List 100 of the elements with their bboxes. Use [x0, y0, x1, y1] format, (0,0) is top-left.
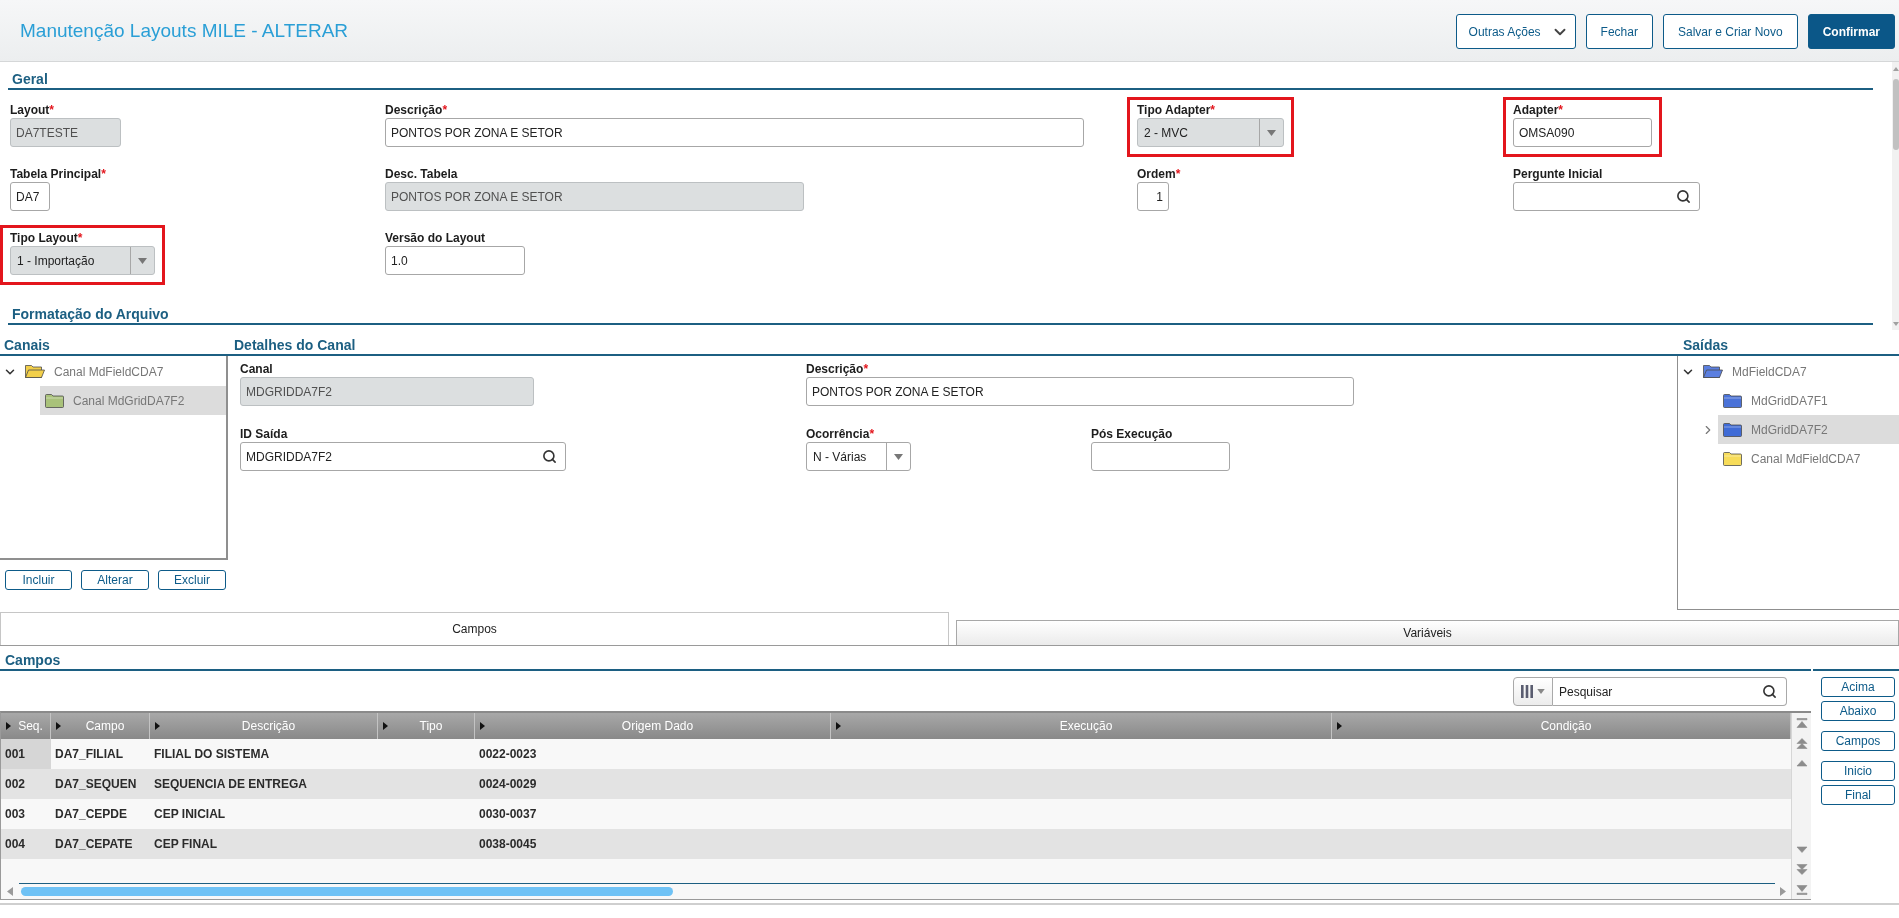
section-title: Geral [8, 70, 1873, 90]
table-cell-text: CEP FINAL [153, 836, 219, 853]
page-down-icon[interactable] [1795, 863, 1808, 875]
caret-right-icon [1337, 722, 1342, 730]
side-button[interactable]: Abaixo [1821, 701, 1895, 721]
scroll-to-bottom-icon[interactable] [1795, 883, 1808, 895]
table-cell-text: 0038-0045 [478, 836, 538, 853]
table-row[interactable]: 004 DA7_CEPATE CEP FINAL 0038-0045 [1, 829, 1791, 859]
table-cell-text: 0030-0037 [478, 806, 538, 823]
caret-down-icon [894, 453, 903, 460]
lookup-field[interactable]: MDGRIDDA7F2 [240, 442, 566, 471]
side-button[interactable]: Inicio [1821, 761, 1895, 781]
scroll-to-top-icon[interactable] [1795, 717, 1808, 729]
field-label: Pergunte Inicial [1513, 167, 1603, 181]
field-label: Versão do Layout [385, 231, 486, 245]
table-cell-text: 0022-0023 [478, 746, 538, 763]
table-cell-text: 0024-0029 [478, 776, 538, 793]
section-title: Saídas [1677, 336, 1899, 356]
text-field[interactable]: 1.0 [385, 246, 525, 275]
scroll-left-icon[interactable] [7, 886, 13, 896]
tree-item[interactable]: MdFieldCDA7 [1698, 357, 1899, 386]
panel-button[interactable]: Excluir [158, 570, 226, 590]
table-cell-text: DA7_CEPDE [54, 806, 129, 823]
scroll-right-icon[interactable] [1780, 886, 1786, 896]
text-field[interactable]: PONTOS POR ZONA E SETOR [806, 377, 1354, 406]
tree-item[interactable]: Canal MdFieldCDA7 [1718, 444, 1899, 473]
required-asterisk: * [1558, 103, 1563, 117]
lookup-field[interactable] [1513, 182, 1700, 211]
tab[interactable]: Variáveis [956, 620, 1899, 645]
scrollbar-thumb[interactable] [21, 887, 673, 896]
table-cell-text: FILIAL DO SISTEMA [153, 746, 271, 763]
field-label: Canal [240, 362, 273, 376]
columns-icon [1521, 685, 1533, 698]
side-button[interactable]: Final [1821, 785, 1895, 805]
tree-item[interactable]: Canal MdFieldCDA7 [20, 357, 226, 386]
text-field[interactable] [1091, 442, 1230, 471]
table-cell-text: DA7_SEQUEN [54, 776, 138, 793]
text-field[interactable]: PONTOS POR ZONA E SETOR [385, 118, 1084, 147]
field-label: Tabela Principal [10, 167, 102, 181]
action-button[interactable]: Salvar e Criar Novo [1662, 14, 1798, 49]
text-field[interactable]: DA7 [10, 182, 50, 211]
field-label: Pós Execução [1091, 427, 1173, 441]
table-cell-text: SEQUENCIA DE ENTREGA [153, 776, 308, 793]
scrollbar-thumb[interactable] [1892, 79, 1899, 150]
column-chooser-button[interactable] [1513, 677, 1553, 706]
field-label: Desc. Tabela [385, 167, 458, 181]
scroll-down-icon[interactable] [1892, 322, 1899, 326]
required-asterisk: * [49, 103, 54, 117]
table-cell-text: DA7_FILIAL [54, 746, 124, 763]
search-icon [1676, 189, 1691, 204]
caret-right-icon [6, 722, 11, 730]
text-field[interactable]: OMSA090 [1513, 118, 1652, 147]
caret-right-icon [383, 722, 388, 730]
table-cell-text: CEP INICIAL [153, 806, 227, 823]
primary-button[interactable]: Confirmar [1807, 14, 1895, 49]
table-cell-text: DA7_CEPATE [54, 836, 134, 853]
required-asterisk: * [1210, 103, 1215, 117]
text-field[interactable]: 1 [1137, 182, 1169, 211]
field-label: Tipo Layout [10, 231, 78, 245]
scroll-up-icon[interactable] [1892, 67, 1899, 71]
table-cell-text: 002 [4, 776, 27, 793]
required-asterisk: * [77, 231, 83, 245]
actions-menu-button[interactable]: Outras Ações [1455, 14, 1576, 49]
vertical-scrollbar[interactable] [1791, 713, 1811, 899]
section-title: Campos [0, 651, 1811, 671]
caret-right-icon [836, 722, 841, 730]
required-asterisk: * [863, 362, 869, 376]
page-title: Manutenção Layouts MILE - ALTERAR [20, 19, 349, 42]
required-asterisk: * [101, 167, 106, 181]
tree-item[interactable]: MdGridDA7F1 [1718, 386, 1899, 415]
field-label: ID Saída [240, 427, 288, 441]
field-label: Layout [10, 103, 50, 117]
side-button[interactable]: Campos [1821, 731, 1895, 751]
panel-button[interactable]: Incluir [5, 570, 72, 590]
scroll-up-icon[interactable] [1795, 757, 1808, 769]
field-label: Ordem [1137, 167, 1176, 181]
section-title: Canais [0, 336, 228, 356]
scrollbar[interactable] [1892, 62, 1899, 330]
section-title: Detalhes do Canal [228, 336, 1677, 356]
tab[interactable]: Campos [0, 612, 949, 645]
search-icon [1762, 684, 1777, 699]
field-label: Ocorrência [806, 427, 870, 441]
required-asterisk: * [869, 427, 875, 441]
field-label: Adapter [1513, 103, 1559, 117]
page-up-icon[interactable] [1795, 737, 1808, 749]
dropdown[interactable]: N - Várias [806, 442, 911, 471]
field-label: Descrição [385, 103, 443, 117]
scroll-down-icon[interactable] [1795, 843, 1808, 855]
side-button[interactable]: Acima [1821, 677, 1895, 697]
table-cell-text: 004 [4, 836, 27, 853]
section-title: Formatação do Arquivo [8, 305, 1873, 325]
search-field[interactable]: Pesquisar [1553, 677, 1787, 706]
caret-right-icon [56, 722, 61, 730]
panel-button[interactable]: Alterar [81, 570, 149, 590]
field-label: Descrição [806, 362, 864, 376]
table-row[interactable]: 002 DA7_SEQUEN SEQUENCIA DE ENTREGA 0024-0029 [1, 769, 1791, 799]
action-button[interactable]: Fechar [1585, 14, 1653, 49]
search-icon [542, 449, 557, 464]
required-asterisk: * [442, 103, 448, 117]
field-label: Tipo Adapter [1137, 103, 1211, 117]
